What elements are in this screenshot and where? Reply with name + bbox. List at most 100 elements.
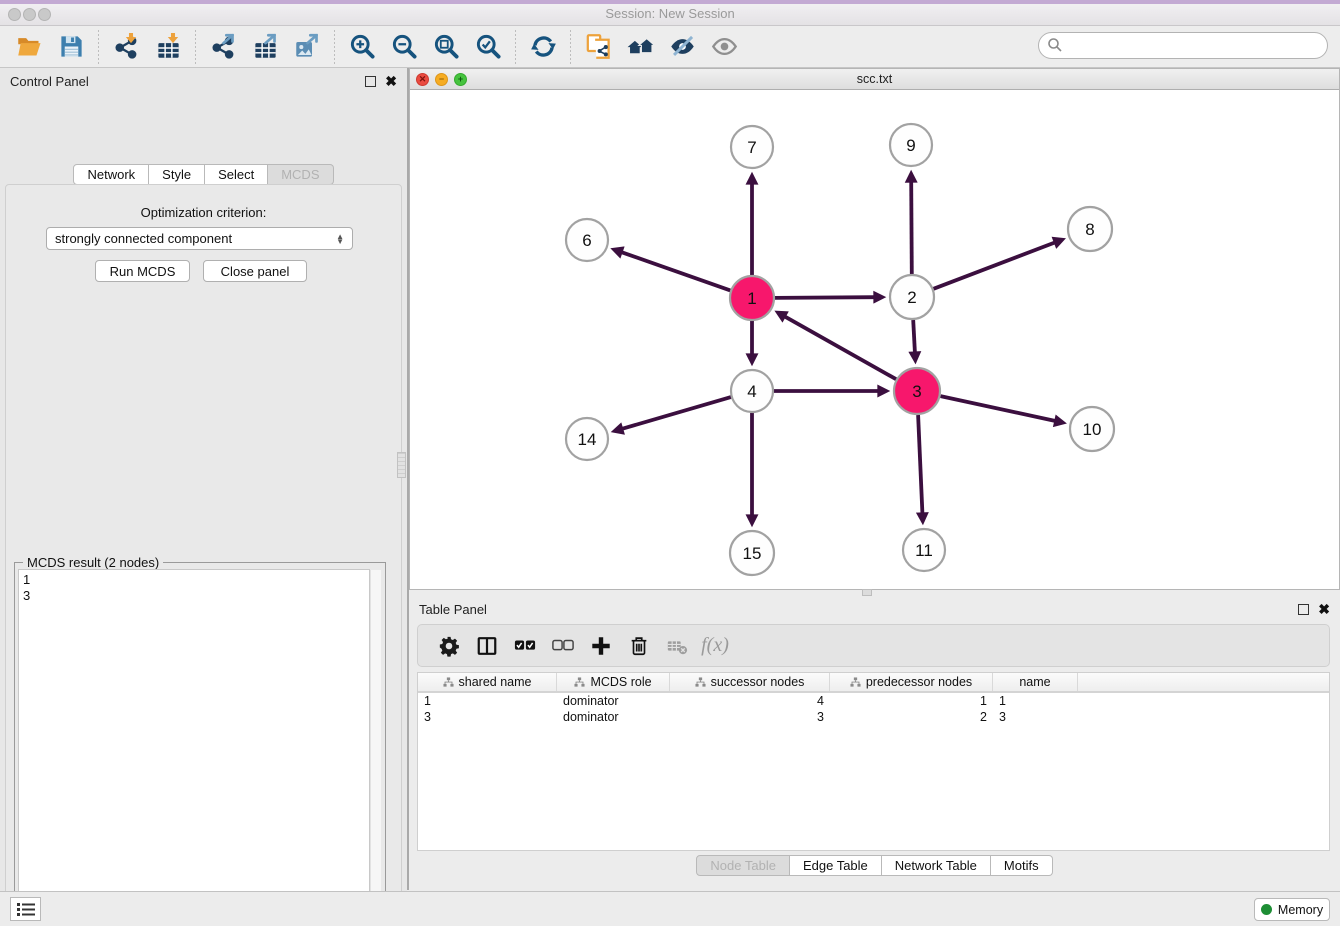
show-all-icon [711,33,738,60]
mcds-result-scrollbar[interactable] [370,570,381,926]
node-2-label: 2 [907,288,916,307]
vertical-splitter-grip[interactable] [397,452,406,478]
save-session-button[interactable] [50,29,92,65]
open-session-button[interactable] [8,29,50,65]
mcds-result-text[interactable]: 1 3 [18,569,370,926]
control-panel-tabs: NetworkStyleSelectMCDS [0,164,407,185]
toggle-columns-button[interactable] [468,629,506,663]
hide-selected-button[interactable] [661,29,703,65]
zoom-out-button[interactable] [383,29,425,65]
select-all-checkboxes-button[interactable] [506,629,544,663]
table-panel-close-icon[interactable]: ✖ [1318,602,1330,616]
zoom-out-icon [391,33,418,60]
edge-4-14[interactable] [623,397,731,429]
network-window-maximize-icon[interactable]: + [454,73,467,86]
control-panel-close-icon[interactable]: ✖ [385,74,397,88]
edge-1-2[interactable] [775,297,874,298]
table-panel-float-icon[interactable] [1298,604,1309,615]
cell-shared-name: 3 [418,709,557,725]
column-header-shared-name[interactable]: shared name [418,673,557,691]
table-row[interactable]: 1dominator411 [418,693,1329,709]
column-header-predecessor-nodes[interactable]: predecessor nodes [830,673,993,691]
import-table-icon [155,33,182,60]
search-container [1038,32,1328,59]
network-view-window: ✕ − + scc.txt 7968124314101511 [409,68,1340,590]
edge-3-1[interactable] [785,317,896,380]
control-panel-header: Control Panel ✖ [0,68,407,94]
close-panel-button[interactable]: Close panel [203,260,307,282]
delete-table-icon [666,635,688,657]
control-panel-float-icon[interactable] [365,76,376,87]
show-panels-button[interactable] [10,897,41,921]
column-header-MCDS-role[interactable]: MCDS role [557,673,670,691]
tab-edge-table[interactable]: Edge Table [790,855,882,876]
run-mcds-button[interactable]: Run MCDS [95,260,190,282]
delete-row-button[interactable] [620,629,658,663]
control-panel: Control Panel ✖ NetworkStyleSelectMCDS O… [0,68,407,891]
chevron-updown-icon: ▲▼ [336,234,344,244]
add-row-button[interactable] [582,629,620,663]
table-settings-button[interactable] [430,629,468,663]
edge-2-8[interactable] [934,243,1055,289]
cyndex-browser-button[interactable] [619,29,661,65]
network-graph-canvas[interactable]: 7968124314101511 [410,90,1339,589]
zoom-selected-button[interactable] [467,29,509,65]
export-network-button[interactable] [202,29,244,65]
open-session-icon [16,33,43,60]
table-panel-title: Table Panel [419,602,487,617]
tab-network-table[interactable]: Network Table [882,855,991,876]
search-icon [1047,37,1063,53]
zoom-in-button[interactable] [341,29,383,65]
table-panel-header: Table Panel ✖ [409,596,1340,622]
node-6-label: 6 [582,231,591,250]
export-image-button[interactable] [286,29,328,65]
table-panel-tabs: Node TableEdge TableNetwork TableMotifs [409,855,1340,876]
node-15-label: 15 [743,544,762,563]
apply-layout-button[interactable] [522,29,564,65]
node-table[interactable]: shared nameMCDS rolesuccessor nodesprede… [417,672,1330,851]
tab-node-table[interactable]: Node Table [696,855,790,876]
import-table-button[interactable] [147,29,189,65]
import-network-button[interactable] [105,29,147,65]
deselect-all-checkboxes-button[interactable] [544,629,582,663]
edge-3-11[interactable] [918,415,922,513]
show-all-button[interactable] [703,29,745,65]
optimization-criterion-label: Optimization criterion: [6,205,401,220]
column-header-successor-nodes[interactable]: successor nodes [670,673,830,691]
horizontal-splitter-grip[interactable] [862,589,872,596]
network-window-minimize-icon[interactable]: − [435,73,448,86]
cell-name: 1 [993,693,1078,709]
main-toolbar [0,26,1340,68]
toolbar-separator [98,30,99,64]
cyndex-browser-icon [627,33,654,60]
column-namespace-icon [443,677,454,688]
memory-button[interactable]: Memory [1254,898,1330,921]
toolbar-separator [334,30,335,64]
export-table-button[interactable] [244,29,286,65]
table-row[interactable]: 3dominator323 [418,709,1329,725]
status-bar: Memory [0,891,1340,926]
zoom-fit-content-icon [433,33,460,60]
edge-3-10[interactable] [941,396,1055,421]
network-window-titlebar[interactable]: ✕ − + scc.txt [410,69,1339,90]
column-header-name[interactable]: name [993,673,1078,691]
tab-network[interactable]: Network [73,164,149,185]
tab-mcds[interactable]: MCDS [268,164,333,185]
export-image-icon [294,33,321,60]
node-14-label: 14 [578,430,597,449]
edge-2-9[interactable] [911,182,912,274]
optimization-criterion-select[interactable]: strongly connected component ▲▼ [46,227,353,250]
tab-style[interactable]: Style [149,164,205,185]
cell-name: 3 [993,709,1078,725]
toolbar-separator [515,30,516,64]
clone-network-button[interactable] [577,29,619,65]
edge-1-6[interactable] [622,252,730,290]
zoom-fit-content-button[interactable] [425,29,467,65]
toggle-columns-icon [476,635,498,657]
search-input[interactable] [1038,32,1328,59]
tab-motifs[interactable]: Motifs [991,855,1053,876]
tab-select[interactable]: Select [205,164,268,185]
edge-2-3[interactable] [913,320,915,352]
delete-table-button [658,629,696,663]
network-window-close-icon[interactable]: ✕ [416,73,429,86]
